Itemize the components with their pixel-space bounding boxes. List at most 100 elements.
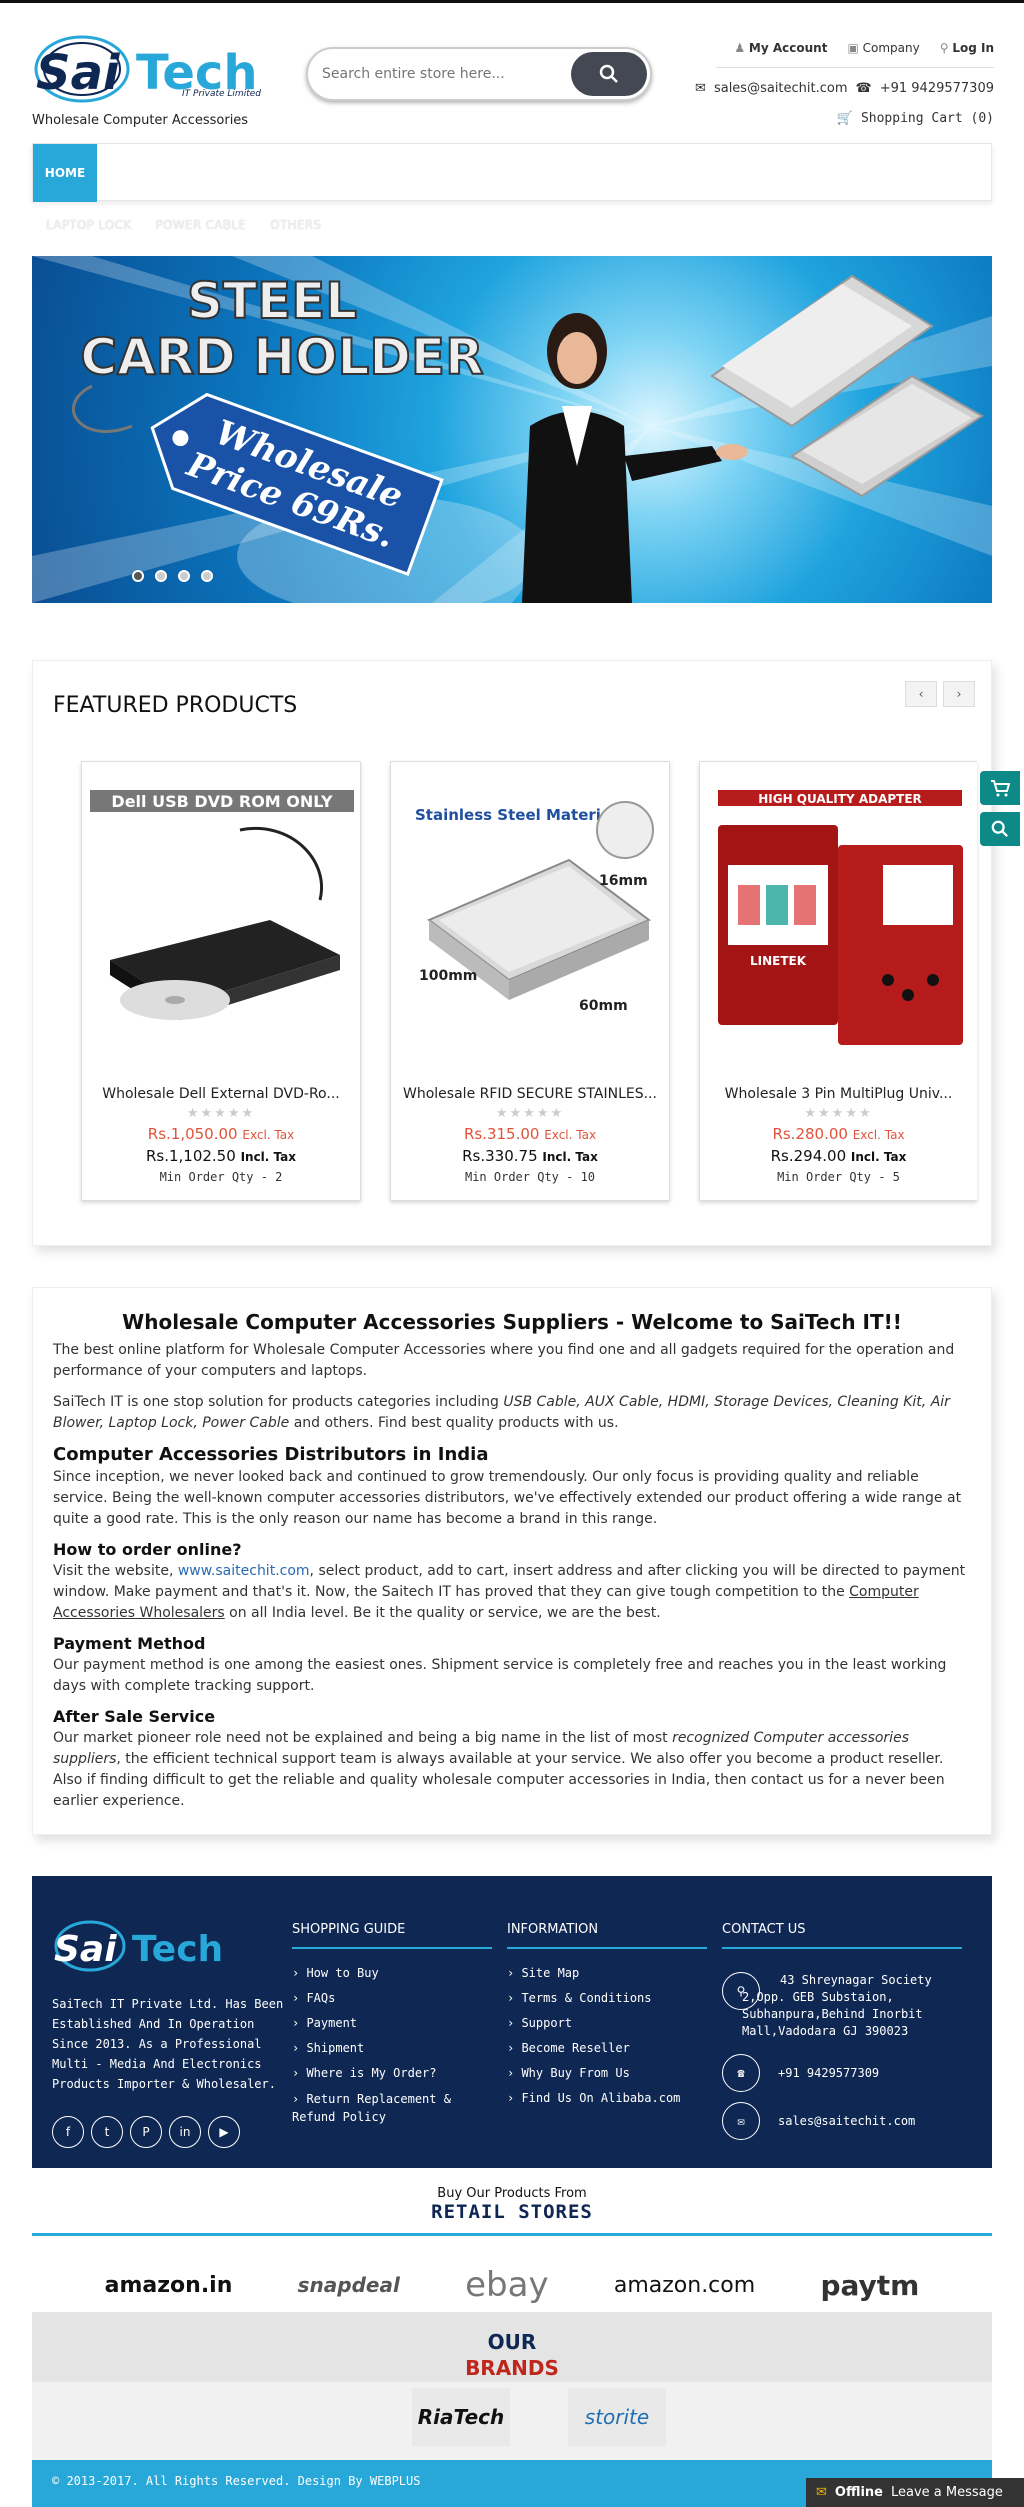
carousel-arrows: ‹ › xyxy=(905,681,975,707)
nav-item-others[interactable]: OTHERS xyxy=(270,218,321,232)
heading-after-sale: After Sale Service xyxy=(53,1707,216,1726)
product-card[interactable]: HIGH QUALITY ADAPTER LINETEK Wholesale 3… xyxy=(699,761,977,1201)
content-payment: Our payment method is one among the easi… xyxy=(53,1657,947,1694)
store-ebay[interactable]: ebay xyxy=(465,2265,548,2305)
shopping-cart[interactable]: 🛒 Shopping Cart (0) xyxy=(837,111,994,126)
footer-email[interactable]: ✉ sales@saitechit.com xyxy=(722,2102,915,2140)
footer-link[interactable]: › Become Reseller xyxy=(507,2036,707,2061)
footer-logo[interactable]: Sai Tech xyxy=(52,1916,242,1980)
facebook-icon[interactable]: f xyxy=(52,2116,84,2148)
product-image[interactable]: Dell USB DVD ROM ONLY xyxy=(90,770,354,1080)
login-link[interactable]: ⚲ Log In xyxy=(940,41,994,55)
price-excl-tax: Rs.315.00 Excl. Tax xyxy=(463,1125,597,1143)
phone-icon: ☎ xyxy=(722,2054,760,2092)
heading-distributors: Computer Accessories Distributors in Ind… xyxy=(53,1444,489,1465)
search-icon xyxy=(991,820,1008,837)
footer-link[interactable]: › Payment xyxy=(292,2011,492,2036)
footer-heading: SHOPPING GUIDE xyxy=(292,1922,492,1949)
product-name[interactable]: Wholesale 3 Pin MultiPlug Univ... xyxy=(700,1086,977,1102)
designer-link[interactable]: WEBPLUS xyxy=(370,2474,421,2488)
footer-link[interactable]: › Where is My Order? xyxy=(292,2061,492,2086)
nav-item-power-cable[interactable]: POWER CABLE xyxy=(155,218,246,232)
search-bar xyxy=(306,47,652,101)
slider-dot-4[interactable] xyxy=(201,570,213,582)
featured-title: FEATURED PRODUCTS xyxy=(53,693,298,718)
rating-stars-icon: ★★★★★ xyxy=(186,1106,256,1121)
footer-link[interactable]: › Return Replacement & Refund Policy xyxy=(292,2086,492,2126)
copyright-text: © 2013-2017. All Rights Reserved. Design… xyxy=(52,2474,363,2488)
company-link[interactable]: ▣ Company xyxy=(847,41,919,55)
chat-icon: ✉ xyxy=(816,2485,827,2500)
footer-link[interactable]: › Site Map xyxy=(507,1961,707,1986)
tagline: Wholesale Computer Accessories xyxy=(32,113,249,128)
footer-link[interactable]: › Support xyxy=(507,2011,707,2036)
product-label-2: Stainless Steel Material xyxy=(415,806,616,824)
rating-stars-icon: ★★★★★ xyxy=(804,1106,873,1121)
divider xyxy=(716,67,994,68)
retail-stores-header: Buy Our Products From RETAIL STORES xyxy=(32,2168,992,2236)
store-snapdeal[interactable]: snapdeal xyxy=(298,2273,400,2297)
footer-link[interactable]: › Shipment xyxy=(292,2036,492,2061)
logo-subtitle: IT Private Limited xyxy=(182,89,261,99)
price-excl-tax: Rs.280.00 Excl. Tax xyxy=(772,1125,905,1143)
my-account-link[interactable]: ♟ My Account xyxy=(734,41,827,55)
prev-arrow-icon[interactable]: ‹ xyxy=(905,681,937,707)
retail-title: RETAIL STORES xyxy=(431,2201,593,2223)
youtube-icon[interactable]: ▶ xyxy=(208,2116,240,2148)
linkedin-icon[interactable]: in xyxy=(169,2116,201,2148)
footer-phone[interactable]: ☎ +91 9429577309 xyxy=(722,2054,879,2092)
envelope-icon: ✉ xyxy=(722,2102,760,2140)
brand-storite[interactable]: storite xyxy=(568,2388,666,2446)
footer-link[interactable]: › FAQs xyxy=(292,1986,492,2011)
footer-link[interactable]: › Terms & Conditions xyxy=(507,1986,707,2011)
footer-link[interactable]: › Find Us On Alibaba.com xyxy=(507,2086,707,2111)
heading-payment: Payment Method xyxy=(53,1634,206,1653)
nav-item-laptop-lock[interactable]: LAPTOP LOCK xyxy=(46,218,131,232)
store-amazon-in[interactable]: amazon.in xyxy=(105,2273,233,2298)
logo[interactable]: Sai Tech IT Private Limited xyxy=(32,31,282,111)
main-nav: HOME xyxy=(32,143,992,202)
pinterest-icon[interactable]: P xyxy=(130,2116,162,2148)
cart-icon xyxy=(991,780,1010,797)
search-button[interactable] xyxy=(571,52,647,96)
twitter-icon[interactable]: t xyxy=(91,2116,123,2148)
next-arrow-icon[interactable]: › xyxy=(943,681,975,707)
header-email[interactable]: sales@saitechit.com xyxy=(714,81,848,96)
hero-banner[interactable]: STEEL CARD HOLDER Wholesale Price 69Rs. xyxy=(32,256,992,603)
footer-link[interactable]: › Why Buy From Us xyxy=(507,2061,707,2086)
product-label-1: Dell USB DVD ROM ONLY xyxy=(111,792,333,811)
price-incl-tax: Rs.1,102.50 Incl. Tax xyxy=(145,1147,297,1165)
product-image[interactable]: HIGH QUALITY ADAPTER LINETEK xyxy=(708,770,972,1080)
product-name[interactable]: Wholesale RFID SECURE STAINLES... xyxy=(391,1086,669,1102)
website-link[interactable]: www.saitechit.com xyxy=(178,1563,310,1579)
header-phone[interactable]: +91 9429577309 xyxy=(880,81,994,96)
search-input[interactable] xyxy=(322,63,552,85)
slider-dot-2[interactable] xyxy=(155,570,167,582)
product-image[interactable]: Stainless Steel Material 16mm 100mm 60mm xyxy=(399,770,663,1080)
footer-link[interactable]: › How to Buy xyxy=(292,1961,492,1986)
min-order-qty: Min Order Qty - 2 xyxy=(159,1170,283,1184)
social-links: f t P in ▶ xyxy=(52,2116,240,2148)
product-card[interactable]: Stainless Steel Material 16mm 100mm 60mm… xyxy=(390,761,670,1201)
product-name[interactable]: Wholesale Dell External DVD-Ro... xyxy=(82,1086,360,1102)
product-dim-60mm: 60mm xyxy=(579,998,628,1014)
slider-dot-3[interactable] xyxy=(178,570,190,582)
floating-search-button[interactable] xyxy=(980,812,1020,846)
user-icon: ♟ xyxy=(734,41,746,55)
slider-dot-1[interactable] xyxy=(132,570,144,582)
product-label-3: HIGH QUALITY ADAPTER xyxy=(758,792,922,806)
nav-home[interactable]: HOME xyxy=(33,144,97,202)
retail-subtitle: Buy Our Products From xyxy=(437,2186,587,2201)
min-order-qty: Min Order Qty - 5 xyxy=(777,1170,900,1184)
product-dim-16mm: 16mm xyxy=(599,873,648,889)
product-card[interactable]: Dell USB DVD ROM ONLY Wholesale Dell Ext… xyxy=(81,761,361,1201)
cart-icon: 🛒 xyxy=(836,111,854,126)
floating-cart-button[interactable] xyxy=(980,771,1020,805)
footer-information: INFORMATION › Site Map › Terms & Conditi… xyxy=(507,1922,707,2111)
store-paytm[interactable]: paytm xyxy=(820,2269,919,2302)
search-icon xyxy=(599,64,618,83)
store-amazon-com[interactable]: amazon.com xyxy=(614,2273,755,2298)
brand-riatech[interactable]: RiaTech xyxy=(412,2388,510,2446)
footer-heading: INFORMATION xyxy=(507,1922,707,1949)
chat-widget[interactable]: ✉ Offline Leave a Message xyxy=(806,2478,1024,2507)
